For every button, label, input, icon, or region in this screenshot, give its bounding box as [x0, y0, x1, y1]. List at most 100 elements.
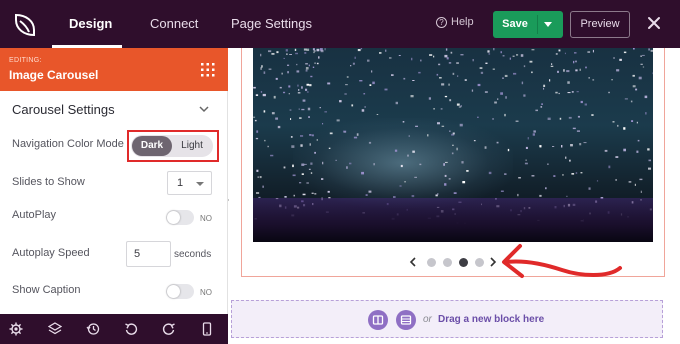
confetti-piece [271, 112, 275, 115]
dropzone-or-label: or [423, 314, 432, 325]
carousel-dot[interactable] [459, 258, 468, 267]
confetti-piece [642, 54, 645, 56]
confetti-piece [539, 194, 542, 197]
confetti-piece [270, 154, 274, 157]
confetti-piece [569, 159, 571, 162]
confetti-piece [441, 83, 445, 86]
confetti-piece [638, 76, 642, 80]
carousel-prev-arrow-icon[interactable] [409, 257, 417, 267]
seedprod-logo-icon[interactable] [12, 12, 38, 38]
add-block-button[interactable] [396, 310, 416, 330]
confetti-piece [288, 85, 291, 88]
confetti-piece [460, 54, 464, 56]
confetti-piece [411, 57, 413, 61]
confetti-piece [309, 134, 312, 136]
confetti-piece [391, 74, 394, 76]
confetti-piece [316, 139, 318, 141]
carousel-next-arrow-icon[interactable] [489, 257, 497, 267]
confetti-piece [256, 192, 260, 194]
confetti-piece [520, 54, 524, 57]
carousel-dot[interactable] [427, 258, 436, 267]
confetti-piece [404, 181, 406, 183]
mode-light-option[interactable]: Light [172, 136, 212, 156]
confetti-piece [517, 193, 519, 197]
confetti-piece [587, 51, 591, 53]
tab-page-settings[interactable]: Page Settings [231, 16, 312, 31]
help-link[interactable]: ? Help [436, 16, 474, 28]
confetti-piece [271, 53, 275, 55]
confetti-piece [461, 161, 464, 164]
add-section-button[interactable] [368, 310, 388, 330]
confetti-piece [287, 64, 290, 66]
carousel-dot[interactable] [475, 258, 484, 267]
confetti-piece [567, 92, 571, 94]
confetti-piece [540, 106, 543, 108]
confetti-piece [364, 106, 366, 108]
slides-to-show-select[interactable]: 1 [167, 171, 212, 195]
section-title[interactable]: Carousel Settings [12, 102, 115, 117]
confetti-piece [592, 79, 595, 81]
help-label: Help [451, 16, 474, 28]
show-caption-switch[interactable] [166, 284, 194, 299]
confetti-piece [588, 187, 591, 190]
confetti-piece [255, 94, 259, 96]
confetti-piece [636, 121, 638, 124]
confetti-piece [311, 192, 314, 194]
confetti-piece [367, 59, 370, 62]
autoplay-label: AutoPlay [12, 209, 57, 221]
layers-icon[interactable] [48, 322, 62, 336]
confetti-piece [507, 148, 510, 152]
chevron-down-icon[interactable] [198, 104, 210, 114]
confetti-piece [562, 174, 564, 176]
confetti-piece [527, 137, 529, 140]
confetti-piece [418, 71, 421, 74]
carousel-dot[interactable] [443, 258, 452, 267]
confetti-piece [408, 135, 410, 137]
redo-icon[interactable] [162, 322, 176, 336]
settings-panel: EDITING: Image Carousel Carousel Setting… [0, 48, 228, 344]
confetti-piece [518, 177, 521, 179]
confetti-piece [579, 68, 581, 71]
confetti-piece [457, 75, 459, 77]
confetti-piece [303, 48, 307, 51]
confetti-piece [349, 162, 352, 165]
confetti-piece [608, 165, 611, 169]
confetti-piece [433, 108, 435, 110]
confetti-piece [433, 55, 435, 58]
confetti-piece [264, 139, 266, 142]
confetti-piece [516, 54, 519, 56]
confetti-piece [450, 51, 453, 54]
mode-dark-option[interactable]: Dark [132, 136, 172, 156]
confetti-piece [631, 120, 634, 122]
tab-connect[interactable]: Connect [150, 16, 198, 31]
confetti-piece [305, 69, 308, 72]
confetti-piece [283, 57, 285, 59]
close-icon[interactable] [645, 14, 663, 32]
save-options-caret-icon[interactable] [544, 22, 552, 27]
autoplay-switch[interactable] [166, 210, 194, 225]
confetti-piece [296, 63, 298, 66]
confetti-piece [314, 62, 316, 64]
top-bar: Design Connect Page Settings ? Help Save… [0, 0, 680, 48]
confetti-piece [262, 185, 264, 188]
carousel-image [253, 48, 653, 242]
confetti-piece [373, 163, 375, 166]
confetti-piece [448, 178, 451, 180]
save-button[interactable]: Save [493, 11, 563, 38]
gear-icon[interactable] [9, 322, 23, 336]
confetti-piece [547, 117, 551, 120]
confetti-piece [512, 55, 515, 57]
grid-dots-icon[interactable] [200, 62, 216, 78]
confetti-piece [551, 63, 553, 65]
confetti-piece [623, 148, 626, 152]
undo-icon[interactable] [124, 322, 138, 336]
autoplay-speed-input[interactable]: 5 [126, 241, 171, 267]
history-icon[interactable] [86, 322, 100, 336]
tab-design[interactable]: Design [69, 16, 112, 31]
confetti-piece [290, 118, 292, 120]
confetti-piece [494, 101, 497, 104]
confetti-piece [612, 121, 615, 123]
mobile-preview-icon[interactable] [200, 322, 214, 336]
add-block-dropzone[interactable]: or Drag a new block here [231, 300, 663, 338]
preview-button[interactable]: Preview [570, 11, 630, 38]
